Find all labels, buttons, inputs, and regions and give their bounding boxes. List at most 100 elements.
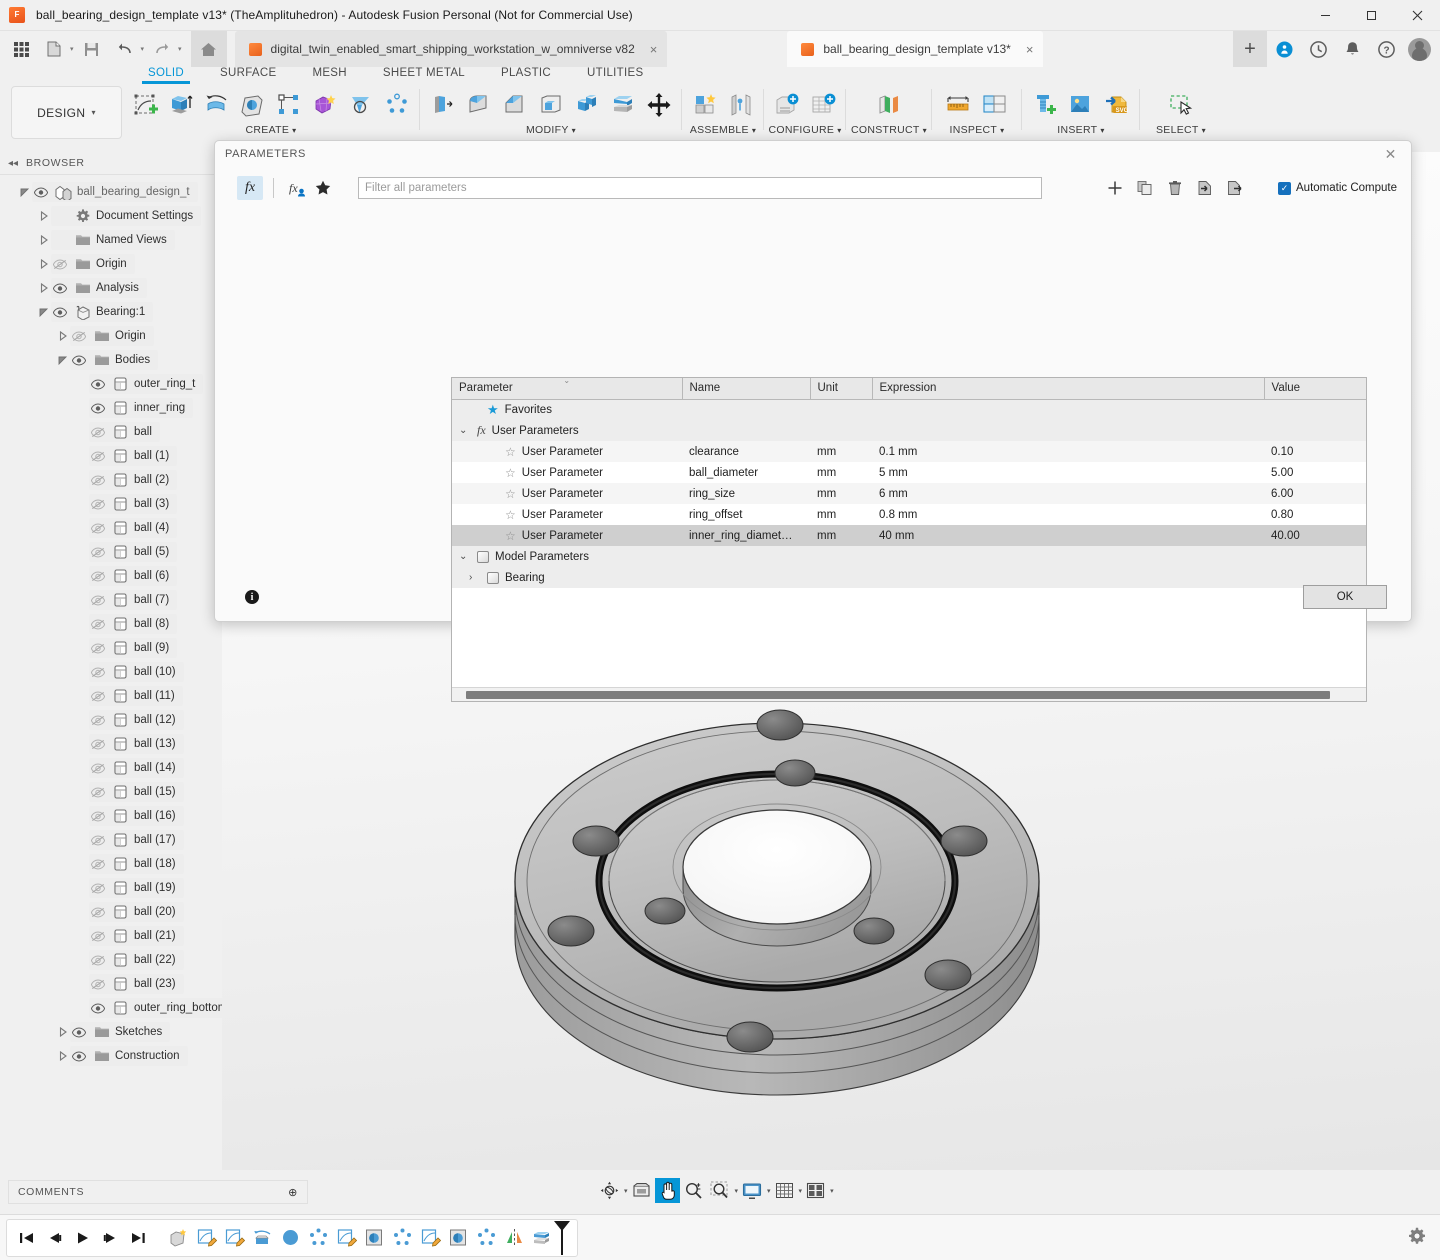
cell-value[interactable]: 6.00 <box>1264 483 1367 504</box>
browser-tree-item-body[interactable]: ball (4) <box>89 518 177 538</box>
revolve-icon[interactable] <box>200 88 234 122</box>
parameters-table-row[interactable]: ☆User Parameterring_sizemm6 mm6.00 <box>452 483 1367 504</box>
automatic-compute-toggle[interactable]: ✓ Automatic Compute <box>1278 182 1397 195</box>
timeline-marker[interactable] <box>557 1221 571 1255</box>
new-component-icon[interactable] <box>688 88 722 122</box>
recent-icon[interactable] <box>1301 31 1335 67</box>
browser-tree-item-body[interactable]: ball (13) <box>89 734 184 754</box>
browser-tree-item[interactable]: Bearing:1 <box>0 300 222 324</box>
collapse-arrow-icon[interactable] <box>37 259 51 269</box>
ribbon-tab-plastic[interactable]: PLASTIC <box>483 67 569 79</box>
assemble-panel-label[interactable]: ASSEMBLE ▾ <box>690 124 756 136</box>
browser-tree-item[interactable]: ball (3) <box>0 492 222 516</box>
collapse-arrow-icon[interactable] <box>37 235 51 245</box>
browser-tree-item[interactable]: ball (11) <box>0 684 222 708</box>
browser-tree-item-body[interactable]: ball (10) <box>89 662 184 682</box>
document-tab-1[interactable]: ball_bearing_design_template v13* × <box>787 31 1043 67</box>
column-header-name[interactable]: Name <box>682 378 810 399</box>
undo-group[interactable]: ▾ <box>107 34 145 64</box>
browser-tree-item[interactable]: ball (9) <box>0 636 222 660</box>
browser-tree-item[interactable]: ball (10) <box>0 660 222 684</box>
extensions-icon[interactable] <box>1267 31 1301 67</box>
cell-unit[interactable] <box>810 399 872 420</box>
configuration-table-icon[interactable] <box>806 88 840 122</box>
browser-tree-item[interactable]: ball (5) <box>0 540 222 564</box>
visibility-hidden-icon[interactable] <box>89 787 107 798</box>
browser-tree-item[interactable]: ball (1) <box>0 444 222 468</box>
timeline-feature-circular-pattern-icon[interactable] <box>473 1222 499 1254</box>
account-avatar[interactable] <box>1408 38 1431 61</box>
timeline-settings-gear-icon[interactable] <box>1408 1227 1426 1248</box>
parameters-table-container[interactable]: ⌄ Parameter Name Unit Expression Value C… <box>451 377 1367 702</box>
column-header-value[interactable]: Value <box>1264 378 1367 399</box>
cell-value[interactable]: 0.80 <box>1264 504 1367 525</box>
new-tab-button[interactable]: + <box>1233 31 1267 67</box>
timeline-feature-circular-pattern-icon[interactable] <box>389 1222 415 1254</box>
parameters-table-row[interactable]: ☆User Parameterring_offsetmm0.8 mm0.80 <box>452 504 1367 525</box>
press-pull-icon[interactable] <box>426 88 460 122</box>
star-empty-icon[interactable]: ☆ <box>505 509 516 521</box>
cell-parameter[interactable]: ☆User Parameter <box>452 441 682 462</box>
browser-tree-item[interactable]: ball_bearing_design_t <box>0 180 222 204</box>
cell-unit[interactable]: mm <box>810 441 872 462</box>
timeline-feature-sketch-icon[interactable] <box>221 1222 247 1254</box>
new-document-caret[interactable]: ▾ <box>70 45 74 53</box>
visibility-visible-icon[interactable] <box>89 1003 107 1014</box>
browser-tree-item[interactable]: outer_ring_bottom <box>0 996 222 1020</box>
favorites-star-icon[interactable] <box>310 176 336 200</box>
browser-tree-item-body[interactable]: ball (17) <box>89 830 184 850</box>
visibility-hidden-icon[interactable] <box>89 643 107 654</box>
select-window-icon[interactable] <box>1164 88 1198 122</box>
browser-tree-item[interactable]: ball (17) <box>0 828 222 852</box>
cell-value[interactable]: 5.00 <box>1264 462 1367 483</box>
zoom-window-caret-icon[interactable]: ▾ <box>735 1187 739 1195</box>
loft-icon[interactable] <box>344 88 378 122</box>
collapse-arrow-icon[interactable] <box>37 283 51 293</box>
visibility-hidden-icon[interactable] <box>51 259 69 270</box>
undo-icon[interactable] <box>110 34 140 64</box>
cell-expression[interactable]: 0.1 mm <box>872 441 1264 462</box>
save-icon[interactable] <box>77 34 107 64</box>
visibility-hidden-icon[interactable] <box>89 499 107 510</box>
cell-name[interactable] <box>682 420 810 441</box>
ok-button[interactable]: OK <box>1303 585 1387 609</box>
workspace-switcher[interactable]: DESIGN ▾ <box>11 86 122 139</box>
timeline-feature-extrude-icon[interactable] <box>445 1222 471 1254</box>
browser-tree-item[interactable]: ball (16) <box>0 804 222 828</box>
browser-tree-item-body[interactable]: Analysis <box>51 278 147 298</box>
maximize-button[interactable] <box>1348 0 1394 31</box>
cell-unit[interactable]: mm <box>810 483 872 504</box>
grid-snaps-icon[interactable] <box>772 1178 797 1203</box>
visibility-hidden-icon[interactable] <box>89 451 107 462</box>
browser-tree-item[interactable]: ball (20) <box>0 900 222 924</box>
cell-value[interactable] <box>1264 399 1367 420</box>
star-empty-icon[interactable]: ☆ <box>505 488 516 500</box>
browser-tree-item-body[interactable]: ball (14) <box>89 758 184 778</box>
form-icon[interactable] <box>308 88 342 122</box>
timeline-feature-sketch-icon[interactable] <box>333 1222 359 1254</box>
cell-name[interactable] <box>682 546 810 567</box>
redo-icon[interactable] <box>147 34 177 64</box>
step-forward-icon[interactable] <box>97 1223 123 1253</box>
browser-tree-item-body[interactable]: Construction <box>70 1046 188 1066</box>
browser-tree-item-body[interactable]: outer_ring_bottom <box>89 998 222 1018</box>
browser-tree-item[interactable]: ball (2) <box>0 468 222 492</box>
visibility-visible-icon[interactable] <box>70 355 88 366</box>
shell-icon[interactable] <box>534 88 568 122</box>
cell-name[interactable] <box>682 399 810 420</box>
expand-arrow-icon[interactable] <box>56 356 70 365</box>
browser-tree-item-body[interactable]: ball (15) <box>89 782 184 802</box>
new-document-icon[interactable] <box>39 34 69 64</box>
construct-panel-label[interactable]: CONSTRUCT ▾ <box>851 124 927 136</box>
browser-tree-item-body[interactable]: ball (21) <box>89 926 184 946</box>
home-icon[interactable] <box>191 31 227 67</box>
data-panel-grid-icon[interactable] <box>6 34 36 64</box>
browser-tree-item[interactable]: inner_ring <box>0 396 222 420</box>
cell-parameter[interactable]: ⌄fxUser Parameters <box>452 420 682 441</box>
timeline-feature-new-component-icon[interactable] <box>165 1222 191 1254</box>
cell-expression[interactable] <box>872 546 1264 567</box>
column-header-expression[interactable]: Expression <box>872 378 1264 399</box>
add-comment-icon[interactable]: ⊕ <box>288 1186 298 1199</box>
visibility-hidden-icon[interactable] <box>89 595 107 606</box>
timeline-feature-extrude-icon[interactable] <box>361 1222 387 1254</box>
